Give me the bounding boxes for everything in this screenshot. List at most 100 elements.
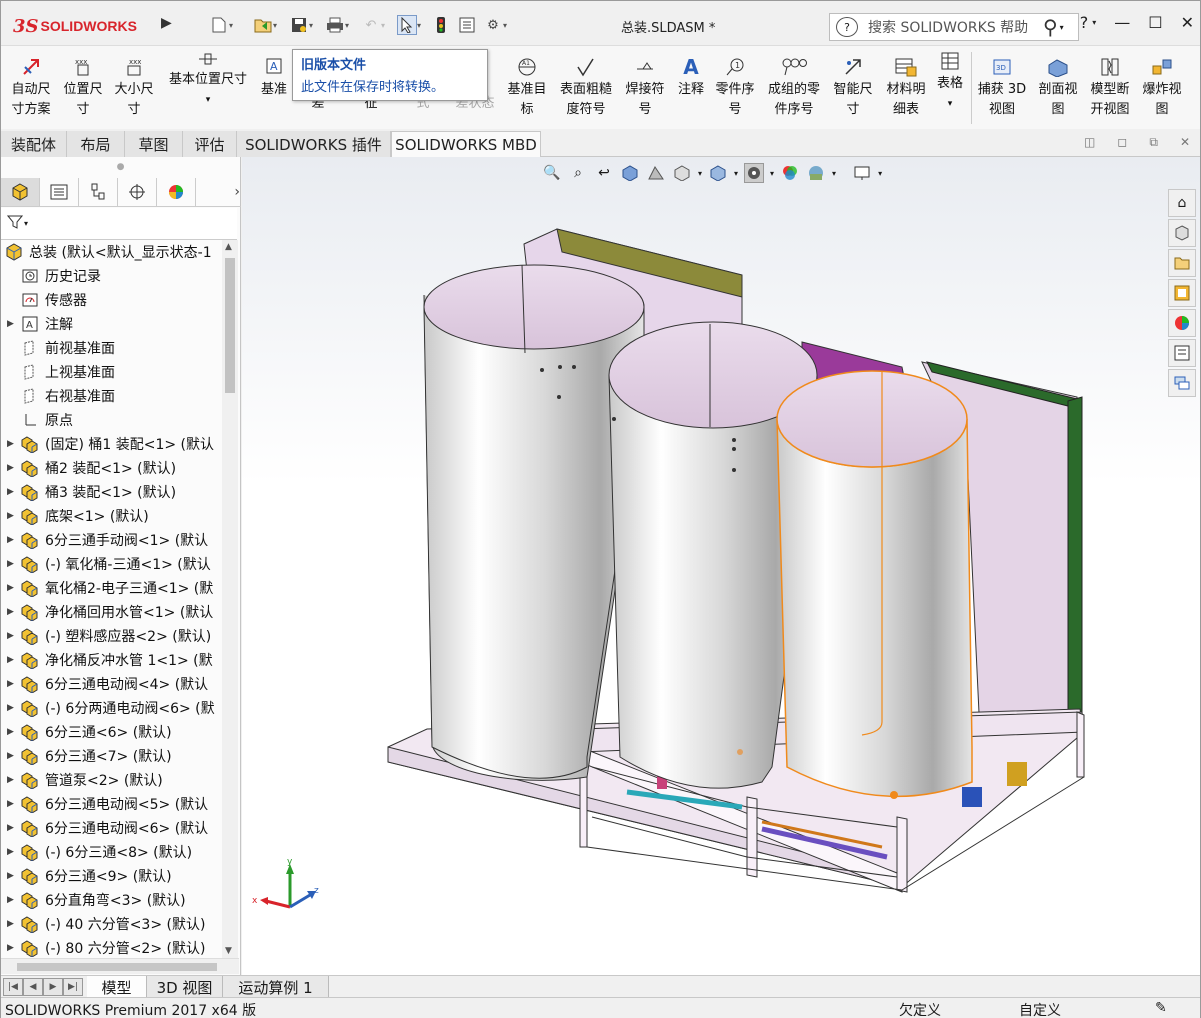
more-tabs-chevron-icon[interactable]: ›: [196, 184, 240, 200]
tree-item[interactable]: ▶ (-) 氧化桶-三通<1> (默认: [1, 552, 223, 576]
last-tab-icon[interactable]: ▶|: [63, 978, 83, 996]
tree-scroll-thumb[interactable]: [225, 258, 235, 393]
print-dropdown-icon[interactable]: ▾: [345, 21, 355, 30]
tree-hscroll-thumb[interactable]: [17, 963, 217, 971]
expand-arrow-icon[interactable]: ▶: [7, 583, 19, 593]
stacked-balloon-button[interactable]: 成组的零 件序号: [763, 54, 825, 120]
capture-3d-view-button[interactable]: 3D 捕获 3D 视图: [975, 54, 1029, 120]
search-dropdown-icon[interactable]: ▾: [1060, 23, 1064, 32]
tree-item[interactable]: ▶ 6分三通电动阀<4> (默认: [1, 672, 223, 696]
expand-arrow-icon[interactable]: ▶: [7, 487, 19, 497]
tree-item[interactable]: 上视基准面: [1, 360, 223, 384]
tab-addins[interactable]: SOLIDWORKS 插件: [237, 131, 391, 157]
help-search-box[interactable]: ? 搜索 SOLIDWORKS 帮助 ⚲ ▾: [829, 13, 1079, 41]
new-document-icon[interactable]: [209, 15, 229, 35]
tree-filter[interactable]: ▾: [1, 208, 237, 240]
options-gear-icon[interactable]: ⚙: [483, 15, 503, 35]
weld-symbol-button[interactable]: 焊接符 号: [621, 54, 669, 120]
prev-tab-icon[interactable]: ◀: [23, 978, 43, 996]
location-dimension-button[interactable]: xxx 位置尺 寸: [59, 54, 107, 120]
table-dropdown-icon[interactable]: ▾: [933, 94, 967, 114]
tree-item[interactable]: ▶ 底架<1> (默认): [1, 504, 223, 528]
tree-item[interactable]: 前视基准面: [1, 336, 223, 360]
file-explorer-icon[interactable]: [1168, 249, 1196, 277]
undo-icon[interactable]: ↶: [361, 15, 381, 35]
expand-arrow-icon[interactable]: ▶: [7, 511, 19, 521]
doc-restore-icon[interactable]: ⧉: [1149, 135, 1158, 150]
datum-button[interactable]: A 基准: [257, 54, 291, 100]
tree-vertical-scrollbar[interactable]: ▲ ▼: [222, 240, 238, 958]
tank-1-body[interactable]: [423, 264, 645, 779]
undo-dropdown-icon[interactable]: ▾: [381, 21, 391, 30]
doc-tile-icon[interactable]: ◫: [1084, 135, 1095, 150]
open-dropdown-icon[interactable]: ▾: [273, 21, 283, 30]
custom-properties-icon[interactable]: [1168, 339, 1196, 367]
auto-dimension-scheme-button[interactable]: 自动尺 寸方案: [5, 54, 57, 120]
close-icon[interactable]: ✕: [1181, 13, 1194, 32]
smart-dimension-button[interactable]: 智能尺 寸: [829, 54, 877, 120]
tree-item[interactable]: ▶ 6分三通<6> (默认): [1, 720, 223, 744]
table-button[interactable]: 表格 ▾: [933, 48, 967, 114]
model-break-view-button[interactable]: 模型断 开视图: [1085, 54, 1135, 120]
expand-arrow-icon[interactable]: ▶: [7, 823, 19, 833]
tab-motion-study[interactable]: 运动算例 1: [223, 976, 329, 998]
display-manager-tab-icon[interactable]: [157, 177, 196, 206]
tab-assembly[interactable]: 装配体: [1, 131, 67, 157]
tree-item[interactable]: ▶ 6分三通<7> (默认): [1, 744, 223, 768]
filter-dropdown-icon[interactable]: ▾: [24, 219, 28, 228]
expand-arrow-icon[interactable]: ▶: [7, 919, 19, 929]
surface-finish-button[interactable]: 表面粗糙 度符号: [555, 54, 617, 120]
open-document-icon[interactable]: [253, 15, 273, 35]
new-dropdown-icon[interactable]: ▾: [229, 21, 239, 30]
design-library-icon[interactable]: [1168, 219, 1196, 247]
filter-icon[interactable]: [6, 214, 24, 234]
tree-item[interactable]: ▶ 6分三通电动阀<5> (默认: [1, 792, 223, 816]
size-dimension-button[interactable]: xxx 大小尺 寸: [109, 54, 159, 120]
first-tab-icon[interactable]: |◀: [3, 978, 23, 996]
save-dropdown-icon[interactable]: ▾: [309, 21, 319, 30]
help-question-icon[interactable]: ?: [836, 17, 858, 37]
minimize-icon[interactable]: —: [1114, 13, 1130, 32]
tree-item[interactable]: 传感器: [1, 288, 223, 312]
search-icon[interactable]: ⚲: [1043, 15, 1058, 39]
expand-arrow-icon[interactable]: ▶: [7, 895, 19, 905]
expand-arrow-icon[interactable]: ▶: [7, 535, 19, 545]
forum-icon[interactable]: [1168, 369, 1196, 397]
maximize-icon[interactable]: ☐: [1148, 13, 1162, 32]
save-icon[interactable]: [289, 15, 309, 35]
feature-manager-tab-icon[interactable]: [1, 177, 40, 206]
expand-arrow-icon[interactable]: ▶: [7, 607, 19, 617]
tree-root-assembly[interactable]: 总装 (默认<默认_显示状态-1: [1, 240, 223, 264]
section-view-button[interactable]: 剖面视 图: [1033, 54, 1083, 120]
basic-location-dimension-button[interactable]: 基本位置尺寸 ▾: [163, 48, 253, 110]
tree-item[interactable]: 原点: [1, 408, 223, 432]
expand-arrow-icon[interactable]: ▶: [7, 703, 19, 713]
tree-item[interactable]: ▶ (-) 40 六分管<3> (默认): [1, 912, 223, 936]
scroll-up-icon[interactable]: ▲: [225, 242, 232, 252]
help-dropdown-icon[interactable]: ▾: [1092, 18, 1096, 27]
tree-item[interactable]: ▶ 净化桶反冲水管 1<1> (默: [1, 648, 223, 672]
doc-minimize-icon[interactable]: ◻: [1117, 135, 1127, 150]
view-palette-icon[interactable]: [1168, 279, 1196, 307]
solidworks-resources-icon[interactable]: ⌂: [1168, 189, 1196, 217]
tab-mbd[interactable]: SOLIDWORKS MBD: [391, 131, 541, 157]
tree-item[interactable]: ▶ (固定) 桶1 装配<1> (默认: [1, 432, 223, 456]
expand-arrow-icon[interactable]: ▶: [7, 679, 19, 689]
units-status[interactable]: 自定义: [1019, 1000, 1061, 1018]
expand-arrow-icon[interactable]: ▶: [7, 943, 19, 953]
configuration-manager-tab-icon[interactable]: [79, 177, 118, 206]
dimxpert-manager-tab-icon[interactable]: [118, 177, 157, 206]
expand-arrow-icon[interactable]: ▶: [7, 727, 19, 737]
tree-item[interactable]: ▶ 桶2 装配<1> (默认): [1, 456, 223, 480]
appearances-scenes-icon[interactable]: [1168, 309, 1196, 337]
assembly-model-drawing[interactable]: y x z: [242, 157, 1200, 975]
select-dropdown-icon[interactable]: ▾: [417, 21, 427, 30]
options-dropdown-icon[interactable]: ▾: [503, 21, 513, 30]
tree-item[interactable]: ▶ 管道泵<2> (默认): [1, 768, 223, 792]
note-button[interactable]: A 注释: [673, 54, 709, 100]
expand-arrow-icon[interactable]: ▶: [7, 799, 19, 809]
expand-arrow-icon[interactable]: ▶: [7, 871, 19, 881]
solidworks-logo[interactable]: 3S SOLIDWORKS: [13, 11, 157, 41]
tank-3-selected[interactable]: [776, 370, 973, 799]
tab-layout[interactable]: 布局: [67, 131, 125, 157]
